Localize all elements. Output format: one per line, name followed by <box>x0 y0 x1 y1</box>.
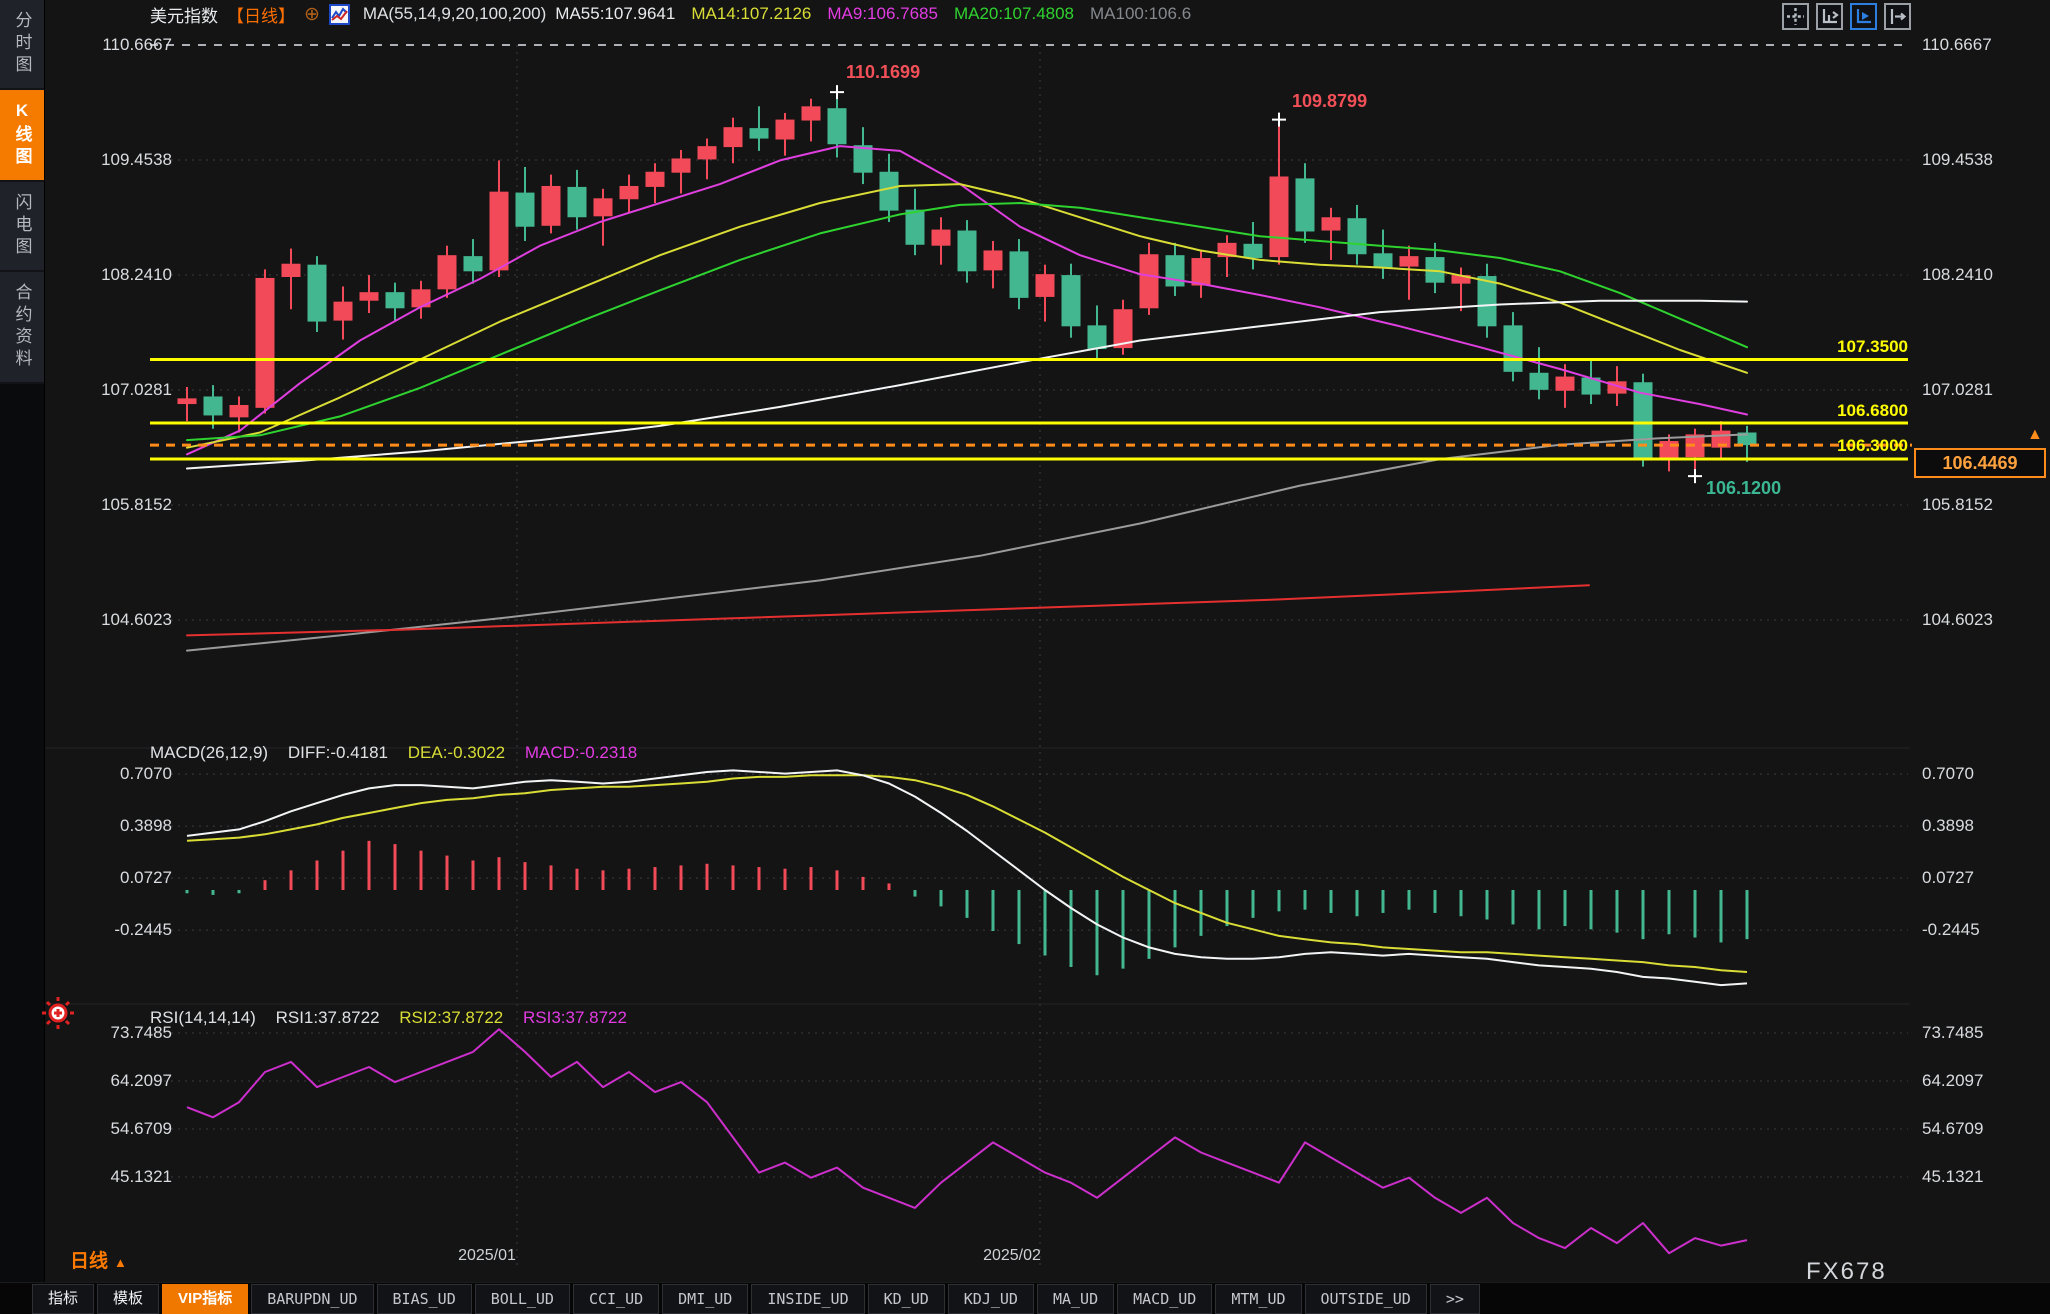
main-axis-label-right: 108.2410 <box>1922 265 1993 284</box>
macd-axis-label-left: -0.2445 <box>114 920 172 940</box>
chart-header: 美元指数 【日线】 ⊕ MA(55,14,9,20,100,200) MA55:… <box>150 2 1207 26</box>
sidebar-tab-合约资料[interactable]: 合约资料 <box>0 272 44 384</box>
ma-value: MA20:107.4808 <box>953 4 1075 23</box>
ma-value: MA55:107.9641 <box>555 4 676 23</box>
date-label: 2025/01 <box>458 1247 516 1264</box>
chart-mode-tabs: 分时图 K线图 闪电图 合约资料 <box>0 0 44 384</box>
axis-shift-icon[interactable] <box>1884 3 1911 30</box>
macd-macd-value: MACD:-0.2318 <box>524 743 638 762</box>
indicator-tab-KDJ_UD[interactable]: KDJ_UD <box>947 1283 1034 1314</box>
rsi3-value: RSI3:37.8722 <box>522 1008 627 1027</box>
add-indicator-icon[interactable]: ⊕ <box>304 5 320 24</box>
indicator-tab-BARUPDN_UD[interactable]: BARUPDN_UD <box>251 1283 374 1314</box>
level-label-106-68: 106.6800 <box>1837 401 1908 420</box>
indicator-tab-MTM_UD[interactable]: MTM_UD <box>1215 1283 1302 1314</box>
trading-terminal: 110.6667 110.6667 109.4538 109.4538 108.2410… <box>0 0 2050 1314</box>
main-axis-label-right: 110.6667 <box>1922 35 1992 54</box>
sidebar-tab-K线图[interactable]: K线图 <box>0 90 44 182</box>
rsi2-value: RSI2:37.8722 <box>399 1008 504 1027</box>
ma-config: MA(55,14,9,20,100,200) <box>362 4 547 23</box>
macd-axis-label-left: 0.0727 <box>120 868 172 888</box>
rsi1-value: RSI1:37.8722 <box>275 1008 380 1027</box>
alarm-icon[interactable] <box>39 994 77 1032</box>
period-selector[interactable]: 日线 ▲ <box>70 1246 127 1273</box>
ma-value: MA9:106.7685 <box>827 4 938 23</box>
indicator-tab-OUTSIDE_UD[interactable]: OUTSIDE_UD <box>1304 1283 1427 1314</box>
rsi-axis-label-right: 54.6709 <box>1922 1119 1984 1138</box>
macd-dea-value: DEA:-0.3022 <box>407 743 506 762</box>
swing-high-marker-label: 109.8799 <box>1292 91 1368 111</box>
ma-value: MA14:107.2126 <box>691 4 812 23</box>
chart-canvas[interactable] <box>0 0 2050 1314</box>
indicator-tab-CCI_UD[interactable]: CCI_UD <box>572 1283 660 1314</box>
axis-scale-icon[interactable] <box>1816 3 1843 30</box>
indicator-tab-BOLL_UD[interactable]: BOLL_UD <box>474 1283 570 1314</box>
axis-autoscale-icon[interactable] <box>1850 3 1877 30</box>
left-sidebar: 分时图 K线图 闪电图 合约资料 <box>0 0 45 1314</box>
level-label-106-30: 106.3000 <box>1837 436 1908 455</box>
period-selector-label: 日线 <box>70 1251 109 1272</box>
sidebar-tab-分时图[interactable]: 分时图 <box>0 0 44 90</box>
rsi-axis-label-right: 73.7485 <box>1922 1023 1984 1042</box>
macd-axis-label-left: 0.3898 <box>120 816 172 836</box>
ma-value: MA100:106.6 <box>1090 4 1192 23</box>
rsi-axis-label-left: 64.2097 <box>110 1071 172 1090</box>
price-axis-up-arrow[interactable]: ▲ <box>2027 426 2043 444</box>
macd-axis-label-right: 0.0727 <box>1922 868 1974 888</box>
pan-crosshair-icon[interactable] <box>1782 3 1809 30</box>
chart-toolbar <box>1782 3 1911 30</box>
indicator-tab-bar: 指标 模板 VIP指标 BARUPDN_UD BIAS_UD BOLL_UD CCI_UD D… <box>0 1282 2050 1314</box>
indicator-tab-模板[interactable]: 模板 <box>97 1283 160 1314</box>
main-axis-label-left: 104.6023 <box>101 610 172 630</box>
main-axis-label-left: 110.6667 <box>102 35 172 54</box>
low-marker-label: 106.1200 <box>1706 478 1782 498</box>
macd-diff-value: DIFF:-0.4181 <box>287 743 388 762</box>
rsi-axis-label-left: 54.6709 <box>110 1119 172 1138</box>
indicator-tab-VIP指标[interactable]: VIP指标 <box>162 1283 249 1314</box>
indicator-tab-MACD_UD[interactable]: MACD_UD <box>1117 1283 1213 1314</box>
rsi-header: RSI(14,14,14) RSI1:37.8722 RSI2:37.8722 … <box>150 1008 642 1028</box>
macd-axis-label-right: 0.7070 <box>1922 764 1974 784</box>
main-axis-label-right: 107.0281 <box>1922 380 1993 399</box>
period-tag: 【日线】 <box>227 6 295 26</box>
date-label: 2025/02 <box>983 1247 1041 1264</box>
macd-axis-label-right: 0.3898 <box>1922 816 1974 836</box>
rsi-axis-label-right: 45.1321 <box>1922 1167 1984 1186</box>
sidebar-tab-闪电图[interactable]: 闪电图 <box>0 182 44 272</box>
macd-axis-label-left: 0.7070 <box>120 764 172 784</box>
main-axis-label-right: 109.4538 <box>1922 150 1993 169</box>
indicator-tab-指标[interactable]: 指标 <box>32 1283 95 1314</box>
rsi-axis-label-left: 45.1321 <box>110 1167 172 1186</box>
level-label-107-35: 107.3500 <box>1837 337 1908 356</box>
main-axis-label-left: 109.4538 <box>101 150 172 169</box>
indicator-tab-KD_UD[interactable]: KD_UD <box>867 1283 945 1314</box>
macd-axis-label-right: -0.2445 <box>1922 920 1980 940</box>
macd-header: MACD(26,12,9) DIFF:-0.4181 DEA:-0.3022 M… <box>150 743 652 763</box>
main-axis-label-right: 105.8152 <box>1922 495 1993 515</box>
main-axis-label-left: 105.8152 <box>101 495 172 515</box>
rsi-title: RSI(14,14,14) <box>150 1008 256 1027</box>
main-axis-label-left: 107.0281 <box>101 380 172 399</box>
mini-chart-icon[interactable] <box>328 3 350 25</box>
indicator-tab->>[interactable]: >> <box>1429 1283 1480 1314</box>
main-axis-label-right: 104.6023 <box>1922 610 1993 630</box>
macd-title: MACD(26,12,9) <box>150 743 269 762</box>
indicator-tab-MA_UD[interactable]: MA_UD <box>1036 1283 1115 1314</box>
main-axis-label-left: 108.2410 <box>101 265 172 284</box>
current-price-box: 106.4469 <box>1914 448 2046 478</box>
indicator-tab-DMI_UD[interactable]: DMI_UD <box>662 1283 749 1314</box>
ma-values: MA55:107.9641 MA14:107.2126 MA9:106.7685 MA… <box>555 4 1207 24</box>
chevron-up-icon: ▲ <box>114 1255 127 1270</box>
indicator-tab-BIAS_UD[interactable]: BIAS_UD <box>376 1283 472 1314</box>
rsi-axis-label-right: 64.2097 <box>1922 1071 1984 1090</box>
indicator-tab-INSIDE_UD[interactable]: INSIDE_UD <box>751 1283 865 1314</box>
high-marker-label: 110.1699 <box>846 62 921 82</box>
symbol-name: 美元指数 <box>150 6 218 26</box>
